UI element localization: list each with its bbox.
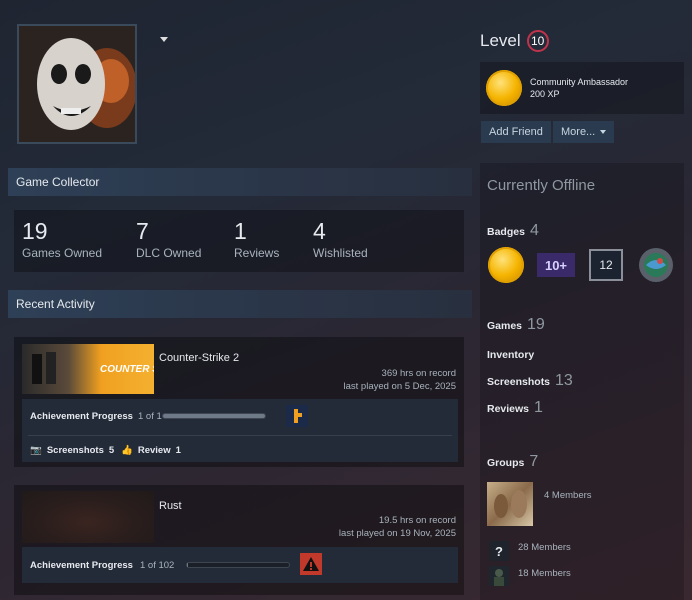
group-members-count: 18 Members [518,568,571,579]
game-collector-header[interactable]: Game Collector [8,168,472,196]
achievement-icon[interactable] [286,405,308,427]
stat-value: 4 [313,218,326,244]
screenshots-label: Screenshots [46,445,104,456]
achievement-progress-label[interactable]: Achievement Progress [30,411,133,422]
stat-value: 19 [22,218,48,244]
game-capsule-image[interactable]: COUNTER STRIKE [22,344,189,394]
warning-icon[interactable] [300,553,322,575]
add-friend-button[interactable]: Add Friend [481,121,551,143]
featured-badge-xp: 200 XP [530,89,560,99]
stat-wishlisted[interactable]: 4 Wishlisted [313,218,368,260]
online-status: Currently Offline [487,177,596,194]
more-button-label: More... [561,126,596,138]
profile-avatar[interactable] [17,24,137,144]
achievement-progress-bar [162,413,266,419]
community-ambassador-badge[interactable] [488,247,524,283]
recent-activity-header: Recent Activity [8,290,472,318]
screenshots-link[interactable]: 📷 Screenshots 5 [30,445,114,456]
stat-reviews[interactable]: 1 Reviews [234,218,279,260]
review-label: Review [137,445,171,456]
reviews-sidebar-count: 1 [534,399,543,416]
achievement-box: Achievement Progress 1 of 1 📷 Screenshot… [22,399,458,462]
capsule-title: COUNTER STRIKE [100,364,154,375]
screenshots-sidebar-link[interactable]: Screenshots 13 [487,372,573,390]
community-ambassador-icon [486,70,522,106]
stat-label: Reviews [234,246,280,260]
achievement-box: Achievement Progress 1 of 102 [22,547,458,583]
badges-count: 4 [529,222,539,239]
featured-badge[interactable]: Community Ambassador 200 XP [480,62,684,114]
divider [28,435,452,436]
games-count: 19 [527,316,545,333]
group-members-count: 28 Members [518,542,571,553]
review-count: 1 [175,445,181,456]
coin-icon [488,247,524,283]
camera-icon: 📷 [30,445,42,456]
achievement-progress-fill [163,414,265,418]
group-avatar-image[interactable] [487,482,533,526]
groups-count: 7 [529,453,539,470]
groups-link[interactable]: Groups 7 [487,453,538,471]
badges-label: Badges [487,226,525,238]
stat-value: 7 [136,218,149,244]
review-link[interactable]: 👍 Review 1 [121,445,181,456]
screenshots-sidebar-label: Screenshots [487,376,551,388]
game-card-counter-strike-2: COUNTER STRIKE Counter-Strike 2 369 hrs … [14,337,464,467]
game-name-link[interactable]: Counter-Strike 2 [159,352,239,364]
profile-dropdown-caret[interactable] [160,37,168,42]
hours-on-record: 369 hrs on record [381,368,456,379]
reviews-sidebar-link[interactable]: Reviews 1 [487,399,543,417]
level-number: 10 [526,30,549,52]
achievement-progress-fill [187,563,189,567]
badges-link[interactable]: Badges 4 [487,222,539,240]
profile-level: Level 10 [480,30,549,52]
stat-label: Wishlisted [313,246,368,260]
game-capsule-image[interactable] [22,491,154,543]
stat-dlc-owned[interactable]: 7 DLC Owned [136,218,201,260]
group-avatar-image[interactable] [489,566,509,586]
game-card-rust: Rust 19.5 hrs on record last played on 1… [14,485,464,595]
achievement-progress-bar [186,562,290,568]
stat-label: Games Owned [22,246,103,260]
level-label: Level [480,31,521,50]
game-collector-panel: 19 Games Owned 7 DLC Owned 1 Reviews 4 W… [14,210,464,272]
achievement-count: 1 of 102 [140,560,175,571]
last-played: last played on 19 Nov, 2025 [338,528,456,539]
unknown-group-avatar[interactable]: ? [489,541,509,561]
chevron-down-icon [600,130,607,134]
more-button[interactable]: More... [553,121,615,143]
games-link[interactable]: Games 19 [487,316,545,334]
achievement-count: 1 of 1 [138,411,162,422]
achievement-progress-label[interactable]: Achievement Progress [30,560,133,571]
stat-games-owned[interactable]: 19 Games Owned [22,218,102,260]
inventory-label: Inventory [487,349,535,361]
level-12-badge[interactable]: 12 [589,249,623,281]
last-played: last played on 5 Dec, 2025 [343,381,457,392]
thumbs-up-icon: 👍 [121,445,133,456]
game-name-link[interactable]: Rust [159,500,182,512]
inventory-link[interactable]: Inventory [487,349,534,361]
hours-on-record: 19.5 hrs on record [378,515,456,526]
games-label: Games [487,320,523,332]
years-of-service-badge[interactable]: 10+ [537,253,575,277]
featured-badge-name: Community Ambassador [530,77,629,87]
screenshots-count: 5 [108,445,115,456]
stat-value: 1 [234,218,247,244]
group-members-count: 4 Members [544,490,592,501]
groups-label: Groups [487,457,525,469]
screenshots-sidebar-count: 13 [555,372,573,389]
planet-badge[interactable] [638,247,674,283]
stat-label: DLC Owned [136,246,202,260]
reviews-sidebar-label: Reviews [487,403,530,415]
